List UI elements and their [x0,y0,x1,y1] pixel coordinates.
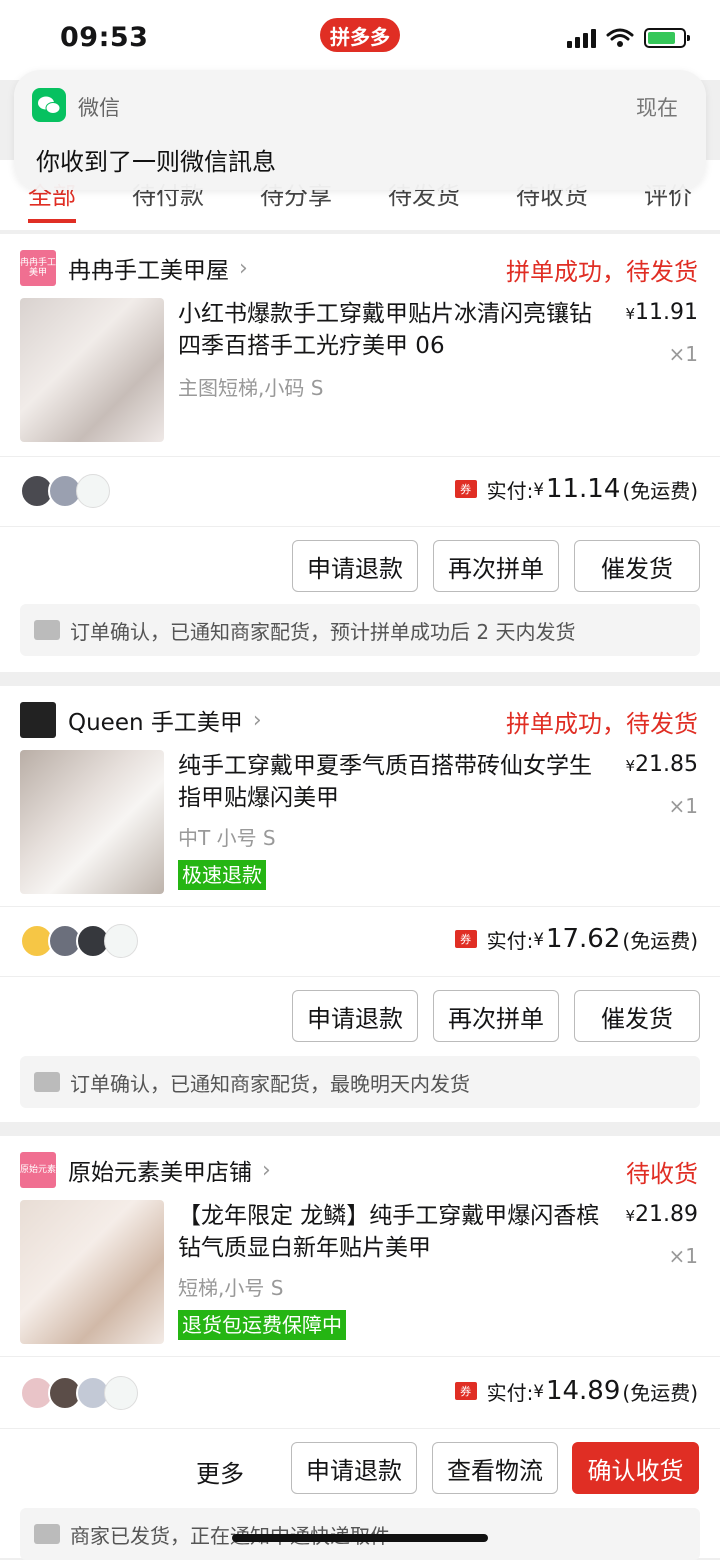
chevron-right-icon: › [262,1157,271,1183]
status-icons [567,28,690,48]
coupon-icon: 券 [454,480,477,498]
paid-note: (免运费) [622,1380,698,1405]
product-quantity: ×1 [668,342,698,366]
order-info-text: 订单确认，已通知商家配货，最晚明天内发货 [70,1071,470,1096]
chevron-right-icon: › [252,707,262,733]
divider [0,976,720,977]
chevron-right-icon: › [239,255,248,281]
product-image[interactable] [20,1200,164,1344]
coupon-icon: 券 [454,1382,477,1400]
shop-name: Queen 手工美甲 [68,710,243,736]
refund-button[interactable]: 申请退款 [292,540,418,592]
shop-header[interactable]: 原始元素 原始元素美甲店铺 › [20,1152,271,1188]
avatar [104,924,138,958]
wechat-icon [32,88,66,122]
product-price: ¥21.89 [625,1202,698,1227]
divider [0,1428,720,1429]
order-card: 冉冉手工美甲 冉冉手工美甲屋 › 拼单成功，待发货 小红书爆款手工穿戴甲贴片冰清… [0,234,720,672]
status-time: 09:53 [60,22,149,53]
paid-amount: 17.62 [545,924,621,954]
track-shipment-button[interactable]: 查看物流 [432,1442,558,1494]
refund-button[interactable]: 申请退款 [291,1442,417,1494]
notification-app-name: 微信 [78,96,120,120]
avatar [76,474,110,508]
more-button[interactable]: 更多 [196,1454,244,1489]
order-status: 待收货 [626,1160,698,1188]
refund-button[interactable]: 申请退款 [292,990,418,1042]
order-card: 原始元素 原始元素美甲店铺 › 待收货 【龙年限定 龙鳞】纯手工穿戴甲爆闪香槟钻… [0,1136,720,1560]
fast-refund-tag: 极速退款 [178,860,266,890]
order-confirm-icon [34,1072,60,1092]
notification-message: 你收到了一则微信訊息 [36,148,276,176]
product-image[interactable] [20,750,164,894]
delivery-truck-icon [34,1524,60,1544]
product-spec: 短梯,小号 S [178,1276,284,1300]
product-quantity: ×1 [668,794,698,818]
order-status: 拼单成功，待发货 [506,258,698,286]
wifi-icon [606,28,634,47]
group-avatars[interactable] [20,1376,138,1410]
paid-symbol: ¥ [533,479,544,499]
paid-note: (免运费) [622,928,698,953]
order-info-bar[interactable]: 订单确认，已通知商家配货，预计拼单成功后 2 天内发货 [20,604,700,656]
order-confirm-icon [34,620,60,640]
product-price: ¥21.85 [625,752,698,777]
divider [0,1356,720,1357]
avatar [104,1376,138,1410]
divider [0,906,720,907]
divider [0,456,720,457]
order-info-text: 订单确认，已通知商家配货，预计拼单成功后 2 天内发货 [70,619,576,644]
return-shipping-guarantee-tag: 退货包运费保障中 [178,1310,346,1340]
coupon-icon: 券 [454,930,477,948]
paid-label: 实付: [486,478,534,503]
product-quantity: ×1 [668,1244,698,1268]
paid-summary: 券 实付: ¥11.14 (免运费) [454,474,698,504]
product-title[interactable]: 纯手工穿戴甲夏季气质百搭带砖仙女学生指甲贴爆闪美甲 [178,750,608,814]
shop-logo: 冉冉手工美甲 [20,250,56,286]
paid-note: (免运费) [622,478,698,503]
order-info-bar[interactable]: 订单确认，已通知商家配货，最晚明天内发货 [20,1056,700,1108]
urge-shipping-button[interactable]: 催发货 [574,540,700,592]
paid-symbol: ¥ [533,1381,544,1401]
group-avatars[interactable] [20,474,110,508]
paid-symbol: ¥ [533,929,544,949]
paid-summary: 券 实付: ¥17.62 (免运费) [454,924,698,954]
shop-logo: 原始元素 [20,1152,56,1188]
order-status: 拼单成功，待发货 [506,710,698,738]
product-title[interactable]: 小红书爆款手工穿戴甲贴片冰清闪亮镶钻四季百搭手工光疗美甲 06 [178,298,608,362]
battery-charging-icon [644,28,690,48]
regroup-button[interactable]: 再次拼单 [433,540,559,592]
group-avatars[interactable] [20,924,138,958]
product-title[interactable]: 【龙年限定 龙鳞】纯手工穿戴甲爆闪香槟钻气质显白新年贴片美甲 [178,1200,608,1264]
shop-header[interactable]: 冉冉手工美甲 冉冉手工美甲屋 › [20,250,248,286]
paid-label: 实付: [486,1380,534,1405]
regroup-button[interactable]: 再次拼单 [433,990,559,1042]
shop-name: 原始元素美甲店铺 [68,1160,252,1186]
wechat-notification-banner[interactable]: 微信 现在 你收到了一则微信訊息 [14,70,706,190]
divider [0,526,720,527]
product-image[interactable] [20,298,164,442]
notification-time: 现在 [636,96,678,120]
shop-header[interactable]: Queen 手工美甲 › [20,702,262,738]
product-price: ¥11.91 [625,300,698,325]
paid-label: 实付: [486,928,534,953]
shop-name: 冉冉手工美甲屋 [68,258,229,284]
paid-summary: 券 实付: ¥14.89 (免运费) [454,1376,698,1406]
home-indicator[interactable] [232,1534,488,1542]
cellular-signal-icon [567,28,596,48]
paid-amount: 11.14 [545,474,621,504]
confirm-receipt-button[interactable]: 确认收货 [572,1442,699,1494]
status-bar: 09:53 拼多多 [0,0,720,80]
shop-logo [20,702,56,738]
urge-shipping-button[interactable]: 催发货 [574,990,700,1042]
paid-amount: 14.89 [545,1376,621,1406]
app-indicator-pill[interactable]: 拼多多 [320,18,400,52]
product-spec: 中T 小号 S [178,826,276,850]
order-card: Queen 手工美甲 › 拼单成功，待发货 纯手工穿戴甲夏季气质百搭带砖仙女学生… [0,686,720,1122]
product-spec: 主图短梯,小码 S [178,376,324,400]
